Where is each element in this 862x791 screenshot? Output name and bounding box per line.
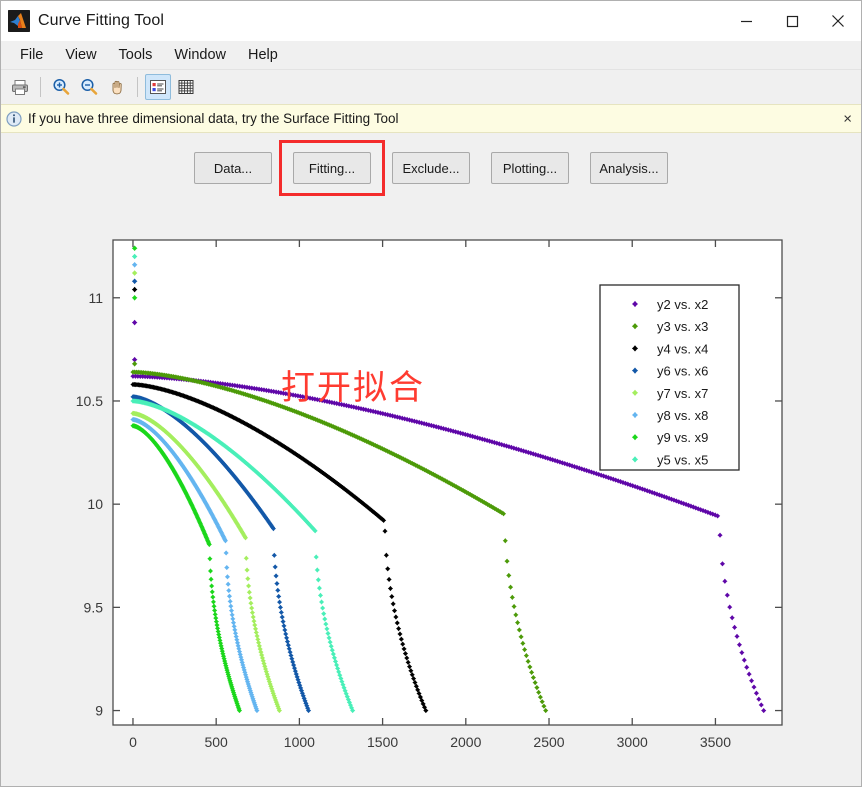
legend-entry-label: y7 vs. x7	[657, 386, 708, 401]
legend-icon[interactable]	[145, 74, 171, 100]
x-tick-label: 3000	[617, 734, 648, 750]
legend-entry-label: y3 vs. x3	[657, 319, 708, 334]
menu-item-window[interactable]: Window	[163, 44, 237, 66]
y-tick-label: 9.5	[84, 599, 104, 615]
tool-bar	[1, 70, 861, 104]
pan-hand-icon[interactable]	[104, 74, 130, 100]
x-tick-label: 0	[129, 734, 137, 750]
main-panel: Data... Fitting... Exclude... Plotting..…	[1, 133, 861, 786]
curve-fitting-tool-window: Curve Fitting Tool File View Tools Windo…	[0, 0, 862, 787]
legend-entry-label: y2 vs. x2	[657, 297, 708, 312]
menu-bar: File View Tools Window Help	[1, 41, 861, 70]
toolbar-separator-1	[40, 77, 41, 97]
annotation-label: 打开拟合	[281, 368, 425, 408]
legend-entry-label: y4 vs. x4	[657, 341, 708, 356]
plot-area[interactable]: 9 9.5 10 10.5 11 0 500 1000 1500 2000 2500 3000 3500…	[1, 133, 862, 791]
info-bar: If you have three dimensional data, try …	[1, 104, 861, 133]
curve-fitting-plot[interactable]: 9 9.5 10 10.5 11 0 500 1000 1500 2000 2500 3000 3500…	[1, 133, 862, 791]
print-icon[interactable]	[7, 74, 33, 100]
x-tick-label: 1000	[284, 734, 315, 750]
window-title: Curve Fitting Tool	[38, 12, 165, 29]
toolbar-separator-2	[137, 77, 138, 97]
zoom-in-icon[interactable]	[48, 74, 74, 100]
legend-entry-label: y9 vs. x9	[657, 430, 708, 445]
matlab-logo-icon	[8, 10, 30, 32]
title-bar: Curve Fitting Tool	[1, 1, 861, 41]
y-tick-label: 9	[95, 703, 103, 719]
grid-icon[interactable]	[173, 74, 199, 100]
x-tick-label: 2000	[450, 734, 481, 750]
maximize-button[interactable]	[769, 1, 815, 41]
zoom-out-icon[interactable]	[76, 74, 102, 100]
y-tick-label: 10	[87, 496, 103, 512]
menu-item-help[interactable]: Help	[237, 44, 289, 66]
x-tick-label: 2500	[533, 734, 564, 750]
info-bar-close-button[interactable]: ×	[843, 111, 852, 126]
y-tick-label: 10.5	[76, 393, 103, 409]
info-bar-message: If you have three dimensional data, try …	[28, 111, 399, 126]
menu-item-view[interactable]: View	[54, 44, 107, 66]
x-tick-label: 1500	[367, 734, 398, 750]
x-tick-label: 3500	[700, 734, 731, 750]
close-button[interactable]	[815, 1, 861, 41]
plot-legend: y2 vs. x2 y3 vs. x3 y4 vs. x4 y6 vs. x6 y7 v…	[599, 284, 740, 471]
menu-item-file[interactable]: File	[9, 44, 54, 66]
legend-entry-label: y5 vs. x5	[657, 452, 708, 467]
minimize-button[interactable]	[723, 1, 769, 41]
menu-item-tools[interactable]: Tools	[108, 44, 164, 66]
window-controls	[723, 1, 861, 41]
legend-entry-label: y6 vs. x6	[657, 364, 708, 379]
y-tick-label: 11	[88, 290, 103, 306]
info-circle-icon	[6, 110, 22, 127]
x-tick-label: 500	[204, 734, 228, 750]
legend-entry-label: y8 vs. x8	[657, 408, 708, 423]
